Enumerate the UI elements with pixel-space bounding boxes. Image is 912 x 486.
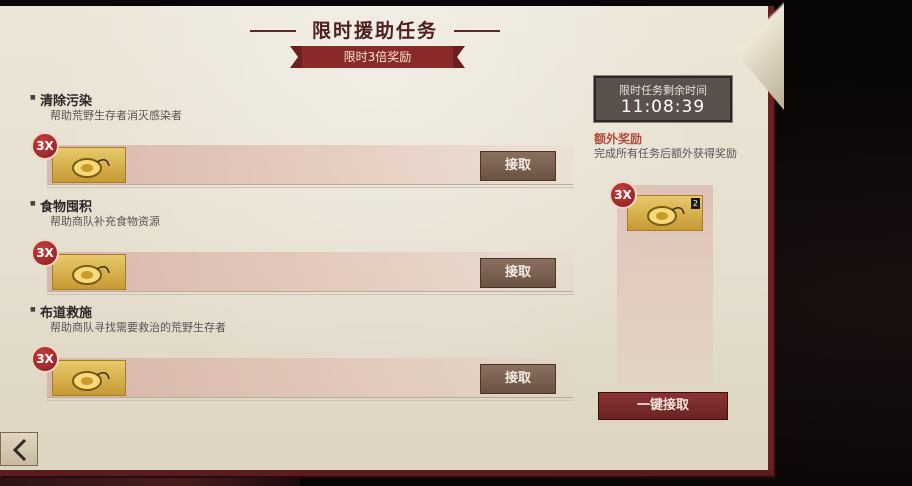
- chevron-left-icon: [12, 438, 27, 462]
- reward-item-slot[interactable]: [52, 147, 126, 183]
- accept-button[interactable]: 接取: [480, 258, 556, 288]
- task-description: 帮助荒野生存者消灭感染者: [50, 109, 182, 122]
- gold-tag-icon: [72, 265, 110, 285]
- header: 限时援助任务: [250, 16, 500, 46]
- gold-tag-icon: [72, 158, 110, 178]
- accept-button[interactable]: 接取: [480, 364, 556, 394]
- multiplier-badge: 3X: [31, 239, 59, 267]
- timer-value: 11:08:39: [620, 97, 706, 117]
- countdown-timer: 限时任务剩余时间 11:08:39: [593, 75, 733, 123]
- gold-tag-icon: [72, 371, 110, 391]
- accept-button[interactable]: 接取: [480, 151, 556, 181]
- item-count-badge: 2: [690, 198, 700, 209]
- reward-item-slot[interactable]: [52, 360, 126, 396]
- extra-reward-item-slot[interactable]: 2: [627, 195, 703, 231]
- gold-tag-icon: [647, 206, 685, 226]
- task-description: 帮助商队补充食物资源: [50, 215, 160, 228]
- task-description: 帮助商队寻找需要救治的荒野生存者: [50, 321, 226, 334]
- back-button[interactable]: [0, 432, 38, 466]
- ribbon-label: 限时3倍奖励: [343, 50, 412, 64]
- title-divider-left: [250, 30, 296, 32]
- multiplier-badge: 3X: [31, 345, 59, 373]
- extra-reward-title: 额外奖励: [594, 132, 643, 146]
- extra-reward-description: 完成所有任务后额外获得奖励: [594, 147, 737, 160]
- reward-item-slot[interactable]: [52, 254, 126, 290]
- bonus-ribbon: 限时3倍奖励: [290, 46, 465, 68]
- multiplier-badge: 3X: [609, 181, 637, 209]
- accept-all-button[interactable]: 一键接取: [598, 392, 728, 420]
- title-divider-right: [454, 30, 500, 32]
- timer-label: 限时任务剩余时间: [619, 84, 707, 97]
- multiplier-badge: 3X: [31, 132, 59, 160]
